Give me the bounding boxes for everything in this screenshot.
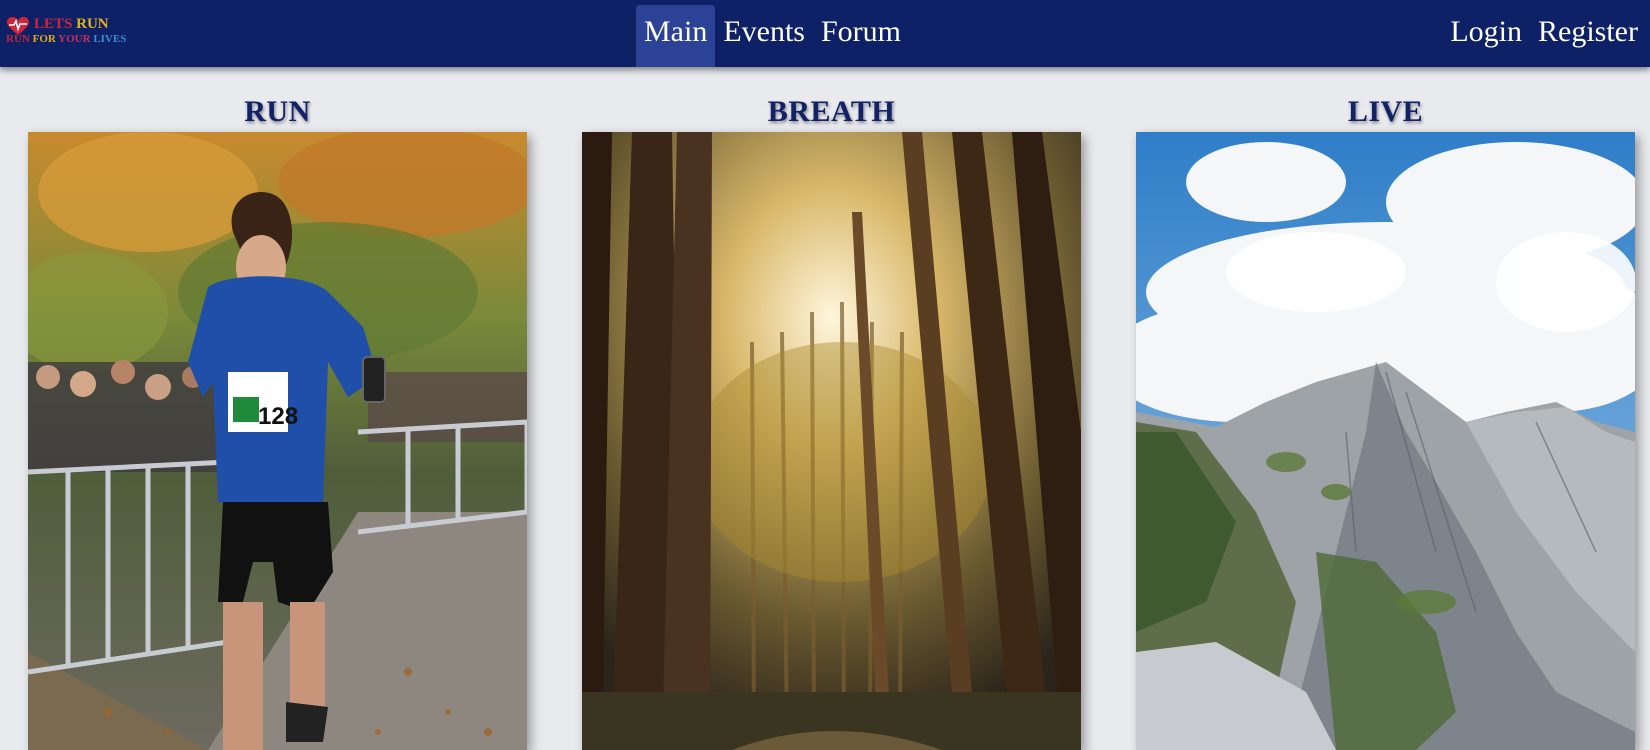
logo-tagline: RUN FOR YOUR LIVES [6, 33, 126, 45]
logo-tagline-word: RUN [6, 33, 30, 45]
nav-main-link[interactable]: Main [636, 5, 716, 67]
logo-tagline-word: YOUR [58, 33, 91, 45]
logo-title: LETS RUN [34, 16, 109, 33]
mountain-photo [1136, 132, 1635, 750]
top-navbar: LETS RUN RUN FOR YOUR LIVES Main Events … [0, 0, 1650, 67]
card-title-run: RUN [244, 95, 311, 128]
main-nav: Main Events Forum [636, 5, 909, 67]
register-link[interactable]: Register [1530, 5, 1646, 59]
nav-events-link[interactable]: Events [715, 5, 813, 67]
account-nav: Login Register [1442, 5, 1646, 59]
card-title-live: LIVE [1347, 95, 1424, 128]
logo-word-lets: LETS [34, 16, 73, 32]
logo-tagline-word: LIVES [93, 33, 127, 45]
runner-photo: 128 [28, 132, 527, 750]
card-title-breath: BREATH [767, 95, 896, 128]
logo-word-run: RUN [76, 16, 109, 32]
runner-bib-number: 128 [258, 403, 298, 430]
site-logo[interactable]: LETS RUN RUN FOR YOUR LIVES [6, 16, 126, 48]
login-link[interactable]: Login [1442, 5, 1530, 59]
forest-photo [582, 132, 1081, 750]
logo-tagline-word: FOR [32, 33, 56, 45]
nav-forum-link[interactable]: Forum [813, 5, 909, 67]
